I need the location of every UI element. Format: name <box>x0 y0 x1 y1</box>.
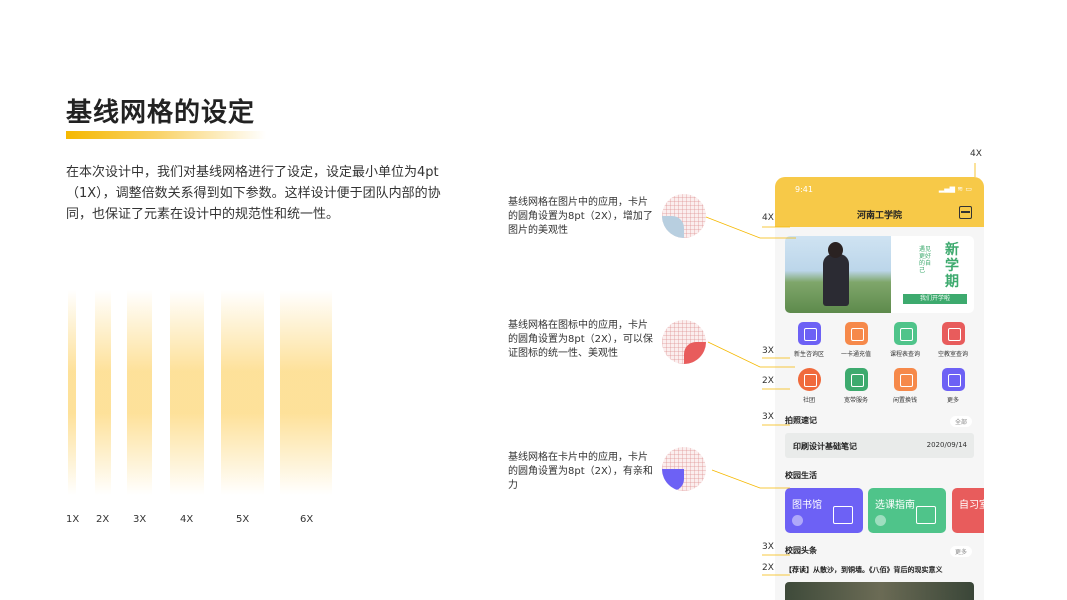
bar-5x <box>221 290 264 495</box>
bar-label: 3X <box>133 514 147 525</box>
bar-label: 4X <box>180 514 194 525</box>
status-time: 9:41 <box>795 185 813 194</box>
icon-corner-circle <box>662 320 706 364</box>
grid-label: 社团 <box>802 397 815 404</box>
grid-label: 宽带服务 <box>843 397 868 404</box>
bar-4x <box>170 290 204 495</box>
headline-image[interactable] <box>785 582 974 600</box>
annotation-image: 基线网格在图片中的应用，卡片的圆角设置为8pt（2X），增加了图片的美观性 <box>508 197 653 236</box>
bar-label: 5X <box>236 514 250 525</box>
marker-2x: 2X <box>762 376 774 386</box>
card-label: 自习室 <box>959 500 984 511</box>
classroom-icon <box>941 322 965 345</box>
grid-item-club[interactable]: 社团 <box>785 368 833 404</box>
grid-item-broadband[interactable]: 宽带服务 <box>832 368 880 404</box>
marker-4x-top: 4X <box>970 149 982 159</box>
bar-label: 6X <box>300 514 314 525</box>
card-label: 选课指南 <box>875 500 915 511</box>
campus-section-title: 校园生活 <box>785 471 817 480</box>
chat-icon <box>797 322 821 345</box>
arrow-icon <box>875 515 886 526</box>
grid-label: 空教室查询 <box>937 351 968 358</box>
headline-item[interactable]: 【荐读】从散沙，到铜墙。《八佰》背后的现实意义 <box>785 565 943 575</box>
banner[interactable]: 遇见更好的自己 新学期 我们开学啦 <box>785 236 974 313</box>
market-icon <box>893 368 917 391</box>
club-icon <box>797 368 821 391</box>
banner-title: 新学期 <box>945 242 959 290</box>
arrow-icon <box>792 515 803 526</box>
books-icon <box>833 506 853 524</box>
marker-3x: 3X <box>762 412 774 422</box>
notes-section-title: 拍照速记 <box>785 416 817 425</box>
annotation-icon: 基线网格在图标中的应用，卡片的圆角设置为8pt（2X），可以保证图标的统一性、美… <box>508 320 653 359</box>
scan-icon[interactable] <box>959 206 972 219</box>
grid-item-schedule[interactable]: 课程表查询 <box>881 322 929 358</box>
card-corner-circle <box>662 447 706 491</box>
grid-item-consult[interactable]: 新生咨询区 <box>785 322 833 358</box>
grid-label: 更多 <box>946 397 959 404</box>
shield-icon <box>844 368 868 391</box>
banner-button[interactable]: 我们开学啦 <box>903 294 967 304</box>
notes-all-link[interactable]: 全部 <box>949 416 972 427</box>
monitor-icon <box>916 506 936 524</box>
more-icon <box>941 368 965 391</box>
card-study-room[interactable]: 自习室 <box>952 488 984 533</box>
headlines-section-title: 校园头条 <box>785 546 817 555</box>
grid-item-recharge[interactable]: 一卡通充值 <box>832 322 880 358</box>
card-course-guide[interactable]: 选课指南 <box>868 488 946 533</box>
grid-item-market[interactable]: 闲置换钱 <box>881 368 929 404</box>
schedule-icon <box>893 322 917 345</box>
card-label: 图书馆 <box>792 500 822 511</box>
headlines-more-link[interactable]: 更多 <box>949 546 972 557</box>
bar-6x <box>280 290 332 495</box>
status-icons: ▂▄▆ ≋ ▭ <box>938 185 972 193</box>
grid-label: 闲置换钱 <box>892 397 917 404</box>
wallet-icon <box>844 322 868 345</box>
grid-item-classroom[interactable]: 空教室查询 <box>929 322 977 358</box>
note-title: 印刷设计基础笔记 <box>793 442 857 451</box>
phone-mockup: 9:41 ▂▄▆ ≋ ▭ 河南工学院 遇见更好的自己 新学期 我们开学啦 新生咨… <box>775 177 984 600</box>
annotation-card: 基线网格在卡片中的应用，卡片的圆角设置为8pt（2X），有亲和力 <box>508 452 653 491</box>
app-title: 河南工学院 <box>856 211 902 221</box>
grid-label: 课程表查询 <box>889 351 920 358</box>
marker-3x: 3X <box>762 542 774 552</box>
banner-subtitle: 遇见更好的自己 <box>919 246 932 274</box>
image-corner-circle <box>662 194 706 238</box>
note-date: 2020/09/14 <box>926 441 967 449</box>
grid-label: 新生咨询区 <box>793 351 824 358</box>
card-library[interactable]: 图书馆 <box>785 488 863 533</box>
baseline-bars: 1X 2X 3X 4X 5X 6X <box>0 0 500 600</box>
bar-1x <box>68 290 76 495</box>
grid-item-more[interactable]: 更多 <box>929 368 977 404</box>
student-head <box>828 242 843 258</box>
marker-2x: 2X <box>762 563 774 573</box>
bar-label: 1X <box>66 514 80 525</box>
app-header: 9:41 ▂▄▆ ≋ ▭ 河南工学院 <box>775 177 984 227</box>
marker-3x: 3X <box>762 346 774 356</box>
bar-3x <box>127 290 152 495</box>
bar-label: 2X <box>96 514 110 525</box>
marker-4x: 4X <box>762 213 774 223</box>
grid-label: 一卡通充值 <box>840 351 871 358</box>
student-figure <box>823 254 849 306</box>
note-item[interactable]: 印刷设计基础笔记 2020/09/14 <box>785 433 974 458</box>
bar-2x <box>95 290 111 495</box>
